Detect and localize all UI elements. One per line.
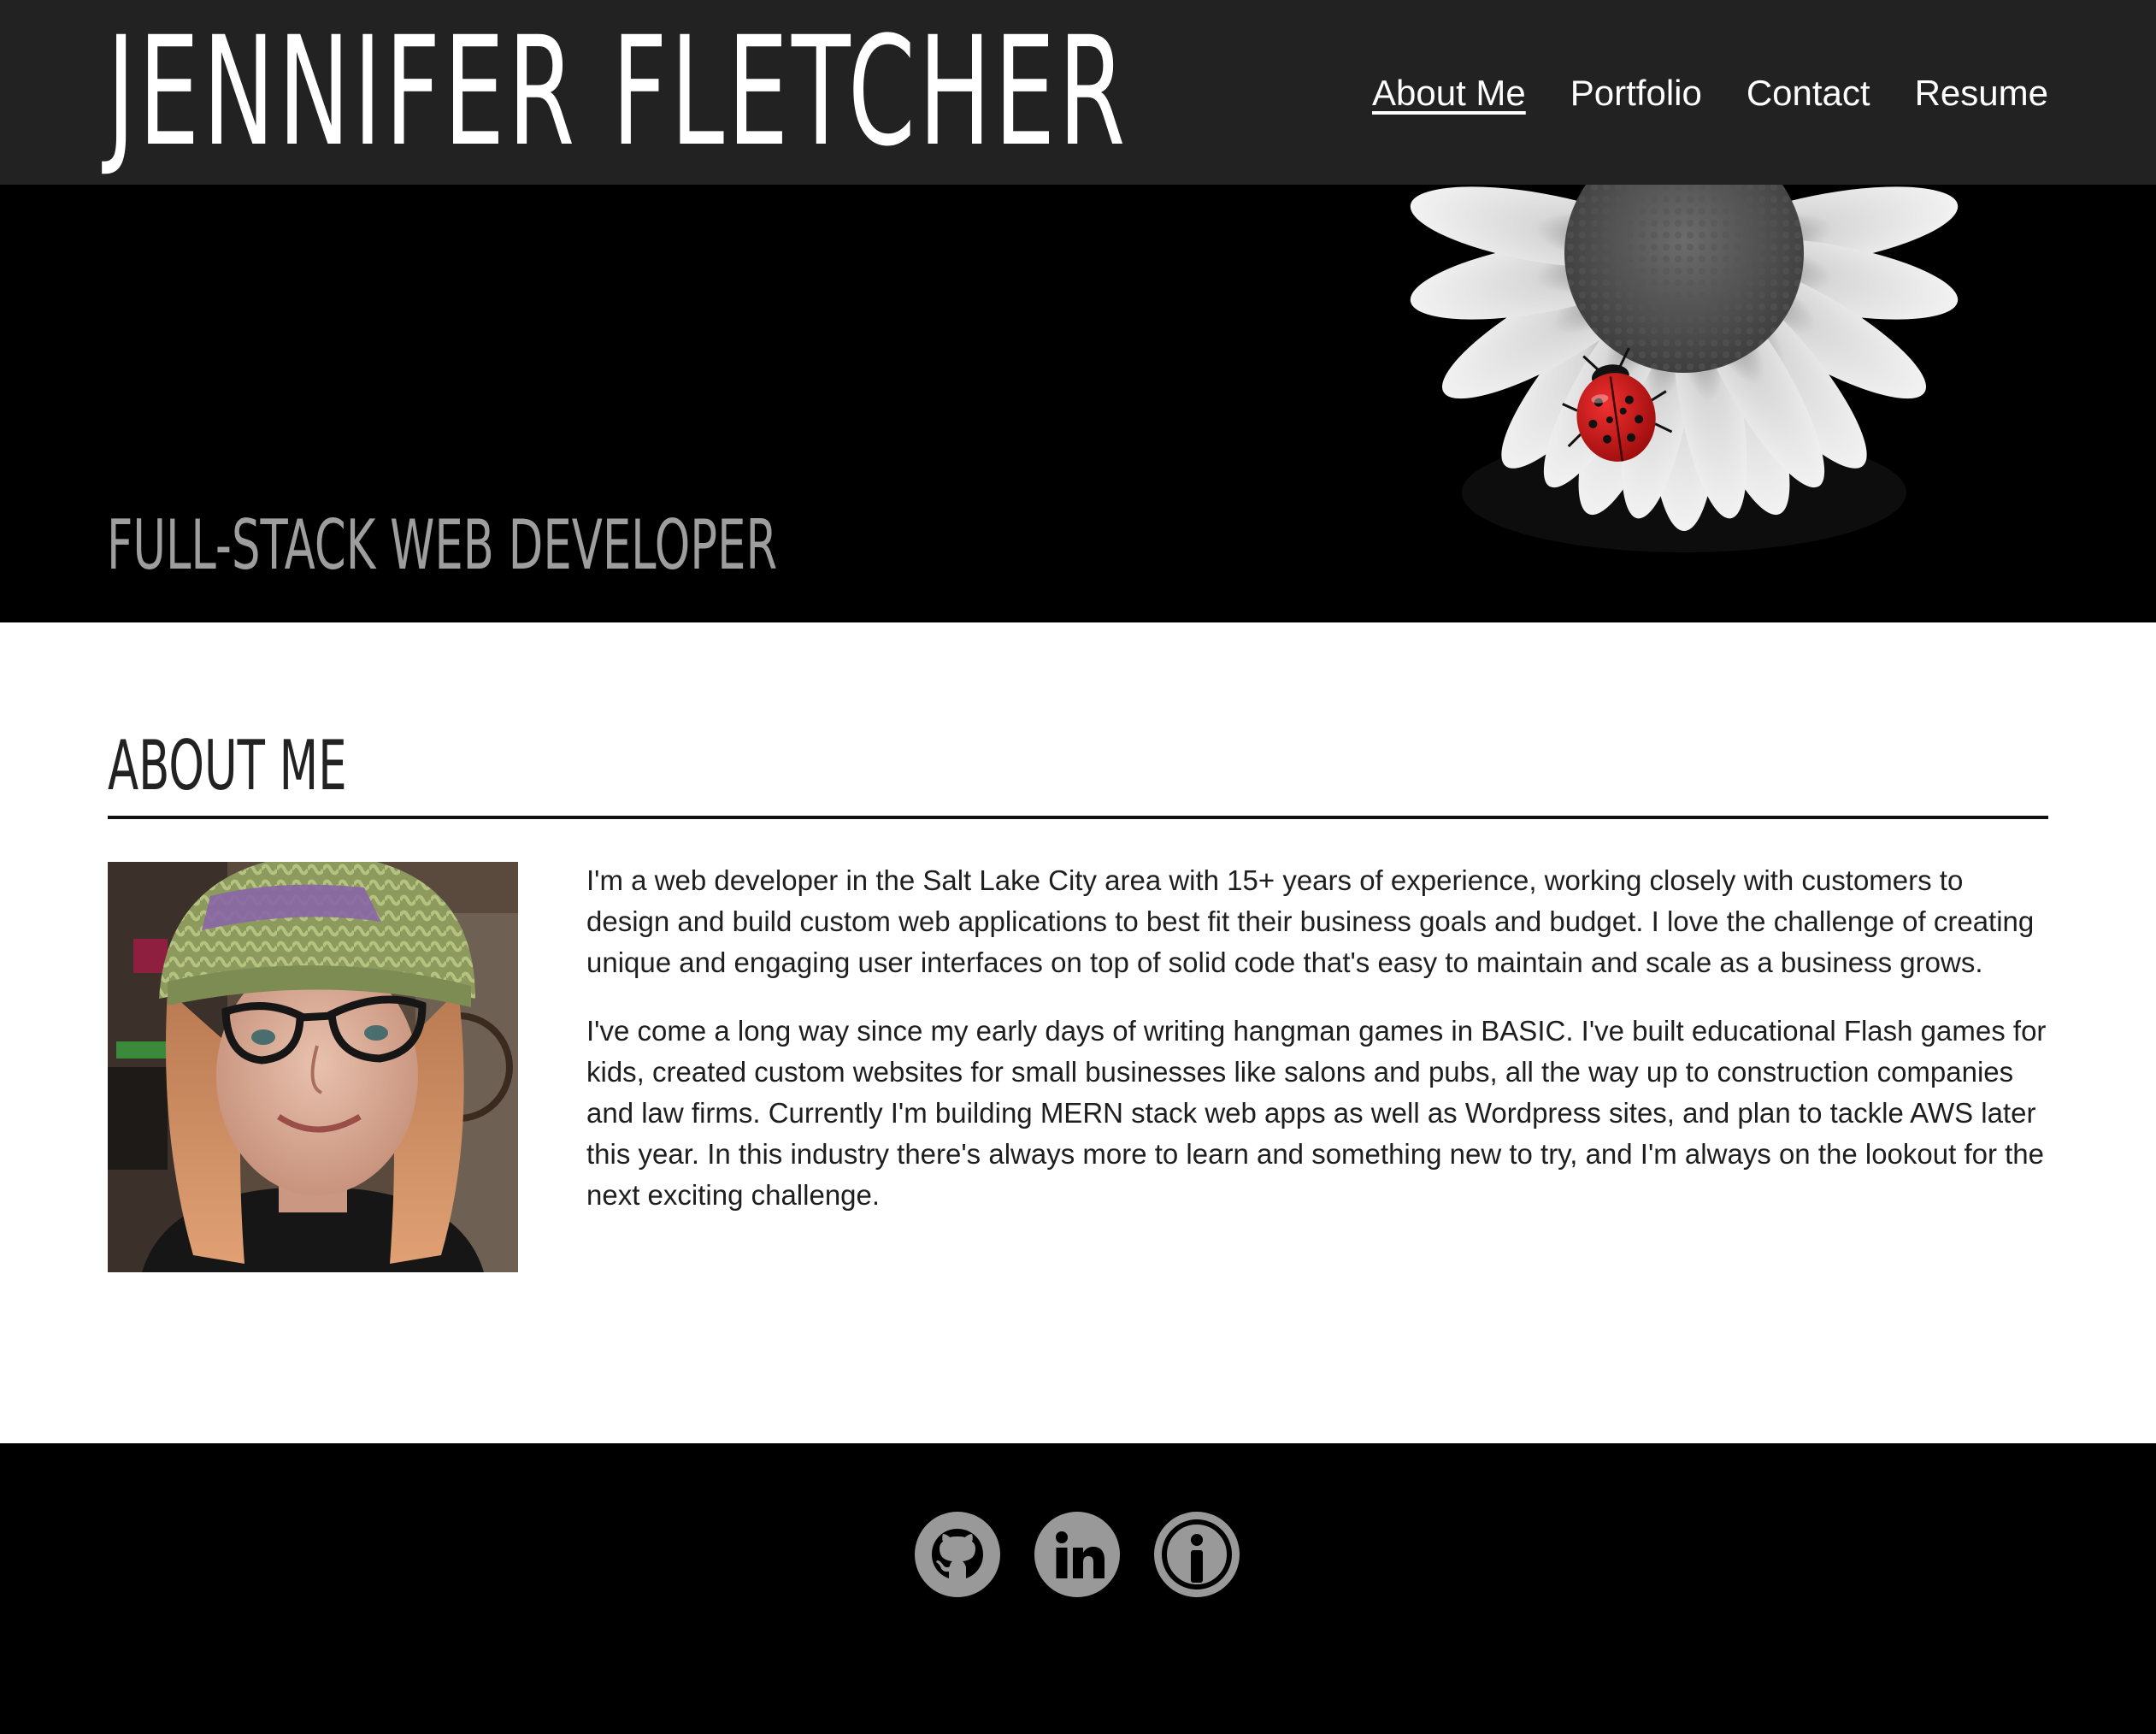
linkedin-link[interactable]: [1034, 1512, 1120, 1597]
heading-divider: [108, 816, 2048, 819]
bio-paragraph: I'm a web developer in the Salt Lake Cit…: [586, 864, 2035, 978]
site-title[interactable]: JENNIFER FLETCHER: [107, 15, 1128, 169]
nav-link-contact[interactable]: Contact: [1747, 63, 1870, 123]
site-footer: [0, 1443, 2156, 1734]
main-nav: About Me Portfolio Contact Resume: [1372, 63, 2048, 123]
nav-link-resume[interactable]: Resume: [1915, 63, 2048, 123]
nav-link-about-me[interactable]: About Me: [1372, 63, 1526, 123]
about-heading: ABOUT ME: [108, 726, 347, 805]
hero-subtitle: FULL-STACK WEB DEVELOPER: [107, 505, 778, 585]
daisy-ladybug-image: [1410, 185, 1959, 552]
about-section: ABOUT ME I'm a web developer in the Salt…: [108, 622, 2048, 1443]
bio-paragraph: I've come a long way since my early days…: [586, 1015, 2047, 1211]
social-links: [915, 1512, 1240, 1597]
site-header: JENNIFER FLETCHER About Me Portfolio Con…: [0, 0, 2156, 185]
hero-banner: FULL-STACK WEB DEVELOPER: [0, 185, 2156, 622]
github-icon: [915, 1512, 1000, 1597]
github-link[interactable]: [915, 1512, 1000, 1597]
linkedin-icon: [1034, 1512, 1120, 1597]
nav-link-portfolio[interactable]: Portfolio: [1570, 63, 1702, 123]
info-link[interactable]: [1154, 1512, 1240, 1597]
info-icon: [1154, 1512, 1240, 1597]
profile-photo: [108, 862, 518, 1272]
bio-text: I'm a web developer in the Salt Lake Cit…: [586, 860, 2050, 1243]
